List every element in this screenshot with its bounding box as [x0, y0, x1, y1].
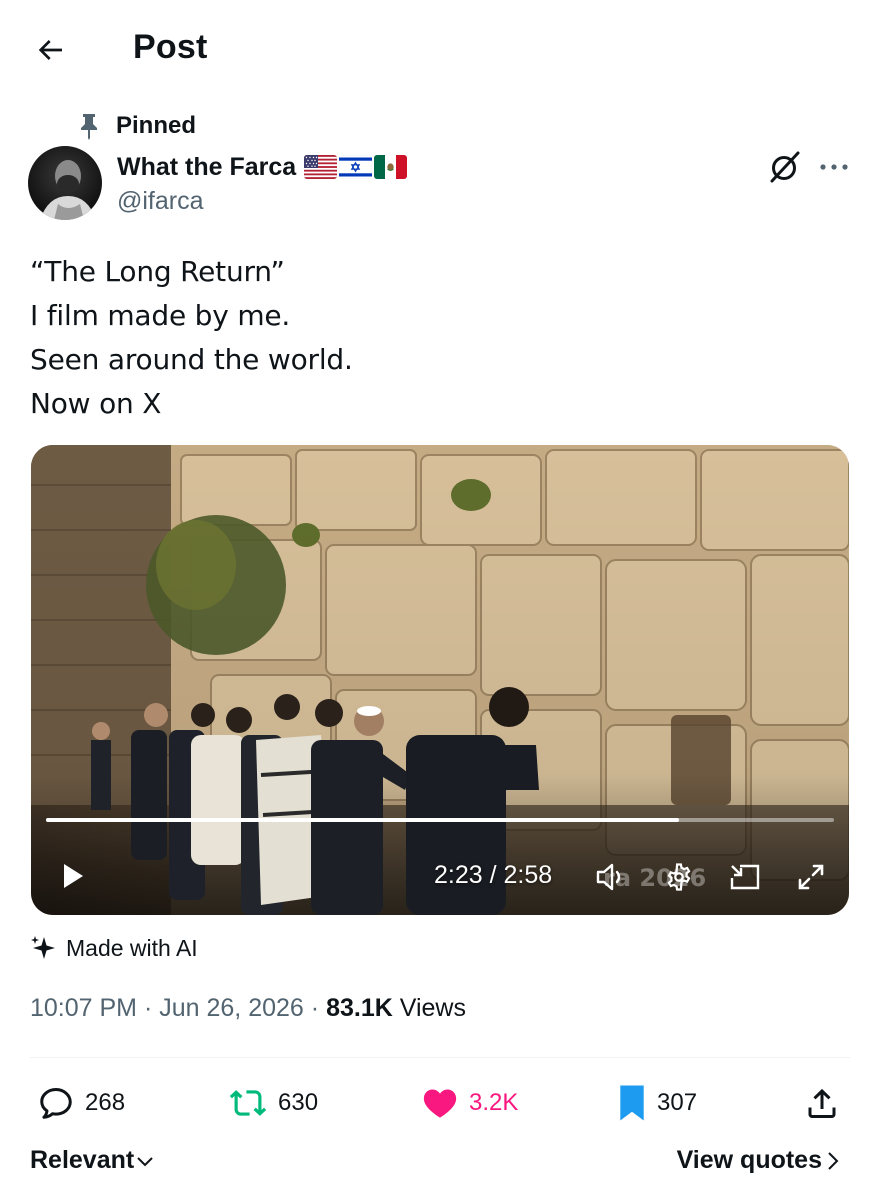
- post-text-line: “The Long Return”: [30, 255, 285, 288]
- action-bar: 268 630 3.2K 307: [0, 1080, 880, 1126]
- fullscreen-button[interactable]: [793, 859, 829, 895]
- bookmark-button[interactable]: 307: [617, 1080, 697, 1126]
- grok-button[interactable]: [766, 148, 804, 186]
- gear-icon: [667, 863, 691, 891]
- post-time[interactable]: 10:07 PM: [30, 994, 137, 1023]
- chevron-right-icon: [828, 1151, 839, 1170]
- bookmark-count: 307: [657, 1089, 698, 1116]
- pinned-indicator: Pinned: [78, 110, 196, 142]
- expand-icon: [798, 864, 824, 890]
- post-text-line: I film made by me.: [30, 299, 291, 332]
- avatar[interactable]: [28, 146, 102, 220]
- play-icon: [64, 864, 83, 888]
- pin-icon: [78, 111, 100, 141]
- more-options-button[interactable]: [815, 148, 853, 186]
- view-quotes-link[interactable]: View quotes: [677, 1146, 844, 1175]
- picture-in-picture-icon: [730, 864, 760, 890]
- israel-flag-icon: [339, 155, 373, 179]
- ai-label-row[interactable]: Made with AI: [30, 932, 198, 964]
- meta-separator: ·: [143, 994, 153, 1022]
- video-frame: ra 2026: [31, 445, 849, 915]
- flag-emojis: [304, 155, 408, 179]
- bookmark-icon: [620, 1085, 644, 1121]
- video-time: 2:23 / 2:58: [434, 861, 553, 889]
- author-name[interactable]: What the Farca: [117, 153, 296, 182]
- back-button[interactable]: [30, 30, 70, 70]
- pinned-label: Pinned: [116, 112, 197, 139]
- author-name-row: What the Farca: [117, 150, 408, 184]
- ai-label: Made with AI: [66, 934, 198, 961]
- mexico-flag-icon: [374, 155, 408, 179]
- sort-replies-dropdown[interactable]: Relevant: [30, 1146, 156, 1175]
- video-progress-fill: [46, 818, 679, 822]
- page-title: Post: [133, 28, 208, 66]
- chevron-down-icon: [137, 1156, 153, 1166]
- post-text-line: Seen around the world.: [30, 343, 353, 376]
- heart-icon: [423, 1089, 457, 1118]
- us-flag-icon: [304, 155, 338, 179]
- share-button[interactable]: [804, 1080, 840, 1126]
- reply-icon: [40, 1088, 72, 1119]
- meta-separator: ·: [310, 994, 320, 1022]
- like-count: 3.2K: [469, 1089, 519, 1116]
- share-icon: [808, 1088, 836, 1118]
- sparkle-icon: [31, 936, 55, 959]
- post-text-line: Now on X: [30, 387, 162, 420]
- more-dots-icon: [820, 164, 848, 170]
- video-progress-bar[interactable]: [46, 818, 834, 822]
- arrow-left-icon: [38, 40, 62, 60]
- reply-button[interactable]: 268: [37, 1080, 125, 1126]
- reply-count: 268: [85, 1089, 126, 1116]
- picture-in-picture-button[interactable]: [725, 859, 765, 895]
- grok-icon: [770, 151, 800, 183]
- author-handle[interactable]: @ifarca: [117, 187, 204, 216]
- post-meta: 10:07 PM · Jun 26, 2026 · 83.1K Views: [30, 994, 466, 1023]
- post-date[interactable]: Jun 26, 2026: [159, 994, 304, 1023]
- views-count: 83.1K: [326, 994, 393, 1022]
- repost-count: 630: [278, 1089, 319, 1116]
- views-label: Views: [399, 994, 466, 1022]
- repost-button[interactable]: 630: [228, 1080, 318, 1126]
- settings-button[interactable]: [661, 859, 697, 895]
- post-text: “The Long Return” I film made by me. See…: [30, 250, 353, 426]
- view-quotes-label: View quotes: [676, 1146, 822, 1174]
- divider: [30, 1057, 850, 1058]
- replies-header: Relevant View quotes: [0, 1142, 880, 1182]
- like-button[interactable]: 3.2K: [421, 1080, 518, 1126]
- header-bar: Post: [0, 0, 880, 100]
- volume-icon: [596, 863, 621, 891]
- sort-label: Relevant: [30, 1146, 135, 1174]
- repost-icon: [229, 1090, 267, 1116]
- volume-button[interactable]: [593, 859, 633, 895]
- video-player[interactable]: ra 2026 2:23 / 2:58: [31, 445, 849, 915]
- play-button[interactable]: [57, 858, 89, 894]
